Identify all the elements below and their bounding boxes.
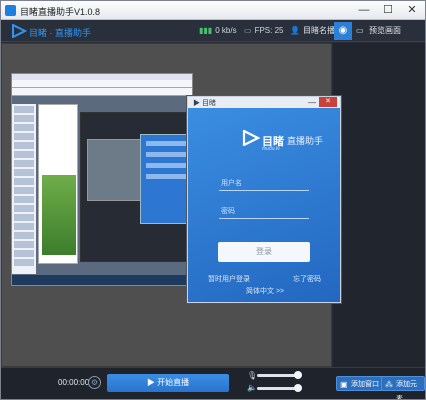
signal-icon: ▮▮▮	[199, 26, 213, 35]
microphone-icon: 🎙	[247, 371, 258, 380]
add-window-button[interactable]: ▣ 添加窗口	[336, 376, 384, 391]
bitrate-value: 0 kb/s	[215, 26, 237, 35]
preview-screen-button[interactable]: ▭ 预览画面	[355, 23, 401, 39]
user-label: 目睹名播	[303, 26, 335, 35]
login-brand-sub: 直播助手	[287, 136, 324, 146]
side-panel	[333, 43, 425, 367]
speaker-icon: 🔈	[247, 383, 257, 392]
login-dialog-body: 目睹 直播助手 mudu.tv 用户名 密码 登录 暂时用户登录 忘了密码 简体…	[188, 108, 340, 302]
add-source-label: 添加元素	[396, 381, 417, 400]
settings-gear-icon[interactable]: ⚙	[88, 376, 101, 389]
captured-screen-thumbnail	[11, 73, 193, 286]
monitor-icon: ▭	[356, 26, 364, 35]
eye-toggle-button[interactable]: ◉	[334, 22, 352, 40]
minimize-button[interactable]: —	[353, 2, 375, 18]
captured-image	[42, 175, 76, 255]
live-timer: 00:00:00	[58, 378, 90, 387]
play-logo-icon	[12, 24, 27, 38]
microphone-slider[interactable]	[257, 371, 302, 379]
username-input[interactable]: 用户名	[219, 177, 309, 191]
maximize-button[interactable]: ☐	[377, 2, 399, 18]
app-header: 目睹 · 直播助手 ▮▮▮ 0 kb/s ▭ FPS: 25 👤 目睹名播 ◉ ▭ …	[1, 20, 425, 42]
microphone-slider-knob[interactable]	[293, 371, 302, 379]
login-dialog: ▶ 目睹 — ✕ 目睹 直播助手 mudu.tv 用户名 密码 登录 暂时用户登…	[187, 96, 341, 303]
play-icon: ▶	[146, 378, 158, 387]
bottom-toolbar: 00:00:00 ⚙ ▶ 开始直播 🎙 🔈 ▣ 添加窗口 ⁂ 添加元素	[1, 367, 425, 399]
start-live-button[interactable]: ▶ 开始直播	[107, 374, 229, 392]
app-window: 目睹直播助手V1.0.8 — ☐ ✕ 目睹 · 直播助手 ▮▮▮ 0 kb/s ▭…	[0, 0, 426, 400]
captured-dialog	[140, 134, 192, 224]
add-source-button[interactable]: ⁂ 添加元素	[381, 376, 425, 399]
add-window-label: 添加窗口	[351, 381, 379, 388]
speaker-slider[interactable]	[257, 384, 302, 392]
login-button[interactable]: 登录	[218, 242, 310, 262]
close-button[interactable]: ✕	[401, 2, 423, 18]
title-bar: 目睹直播助手V1.0.8 — ☐ ✕	[1, 1, 425, 20]
fps-icon: ▭	[244, 26, 252, 35]
language-link[interactable]: 简体中文 >>	[246, 286, 284, 296]
login-url: mudu.tv	[262, 146, 280, 152]
user-icon: 👤	[290, 26, 300, 35]
camera-icon: ▣	[340, 380, 348, 389]
user-account-button[interactable]: 👤 目睹名播	[289, 23, 335, 39]
forgot-password-link[interactable]: 忘了密码	[293, 274, 321, 284]
login-dialog-title: ▶ 目睹	[193, 100, 216, 107]
preview-label: 预览画面	[369, 26, 401, 35]
app-icon	[5, 5, 16, 16]
login-dialog-titlebar: ▶ 目睹 — ✕	[188, 97, 340, 108]
play-logo-icon	[242, 130, 260, 146]
captured-toolbar	[12, 88, 192, 96]
login-minimize-button[interactable]: —	[308, 98, 316, 107]
login-close-button[interactable]: ✕	[319, 97, 337, 107]
password-input[interactable]: 密码	[219, 205, 309, 219]
captured-toolbar	[12, 80, 192, 88]
bitrate-stat: ▮▮▮ 0 kb/s	[199, 26, 237, 35]
captured-sidebar	[12, 104, 36, 274]
guest-login-link[interactable]: 暂时用户登录	[208, 274, 250, 284]
brand-name: 目睹 · 直播助手	[29, 28, 91, 38]
captured-window	[38, 104, 78, 264]
captured-taskbar	[12, 275, 192, 285]
eye-icon: ◉	[338, 25, 348, 36]
fps-value: FPS: 25	[254, 26, 284, 35]
speaker-slider-knob[interactable]	[293, 384, 302, 392]
nodes-icon: ⁂	[385, 380, 393, 389]
window-title: 目睹直播助手V1.0.8	[20, 7, 101, 17]
fps-stat: ▭ FPS: 25	[244, 26, 283, 35]
start-live-label: 开始直播	[157, 378, 190, 387]
